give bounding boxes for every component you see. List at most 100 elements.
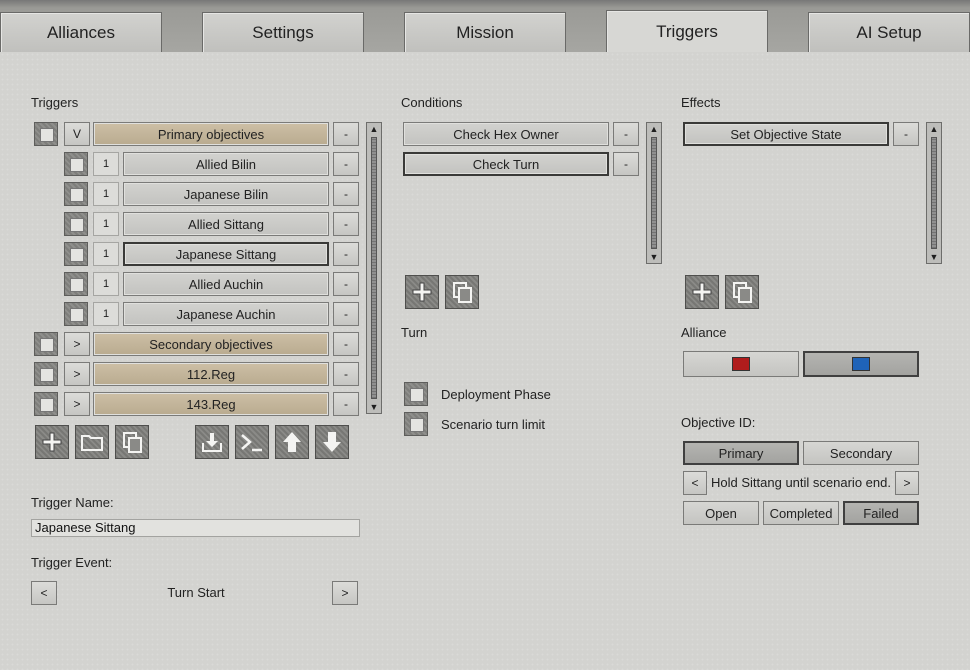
objective-failed-button[interactable]: Failed bbox=[843, 501, 919, 525]
deployment-phase-checkbox[interactable] bbox=[404, 382, 428, 406]
remove-trigger-button[interactable]: - bbox=[333, 392, 359, 416]
conditions-scrollbar[interactable]: ▲ ▼ bbox=[646, 122, 662, 264]
remove-condition-button[interactable]: - bbox=[613, 152, 639, 176]
trigger-checkbox[interactable] bbox=[34, 332, 58, 356]
trigger-row[interactable]: Allied Bilin bbox=[123, 152, 329, 176]
scroll-up-arrow-icon[interactable]: ▲ bbox=[367, 123, 381, 135]
remove-trigger-button[interactable]: - bbox=[333, 242, 359, 266]
remove-trigger-button[interactable]: - bbox=[333, 362, 359, 386]
remove-trigger-button[interactable]: - bbox=[333, 182, 359, 206]
prev-objective-button[interactable]: < bbox=[683, 471, 707, 495]
trigger-count: 1 bbox=[93, 242, 119, 266]
alliance-blue-button[interactable] bbox=[803, 351, 919, 377]
move-up-icon bbox=[283, 432, 301, 452]
expand-toggle-button[interactable]: V bbox=[64, 122, 90, 146]
trigger-checkbox[interactable] bbox=[64, 152, 88, 176]
objective-completed-button[interactable]: Completed bbox=[763, 501, 839, 525]
trigger-row[interactable]: Allied Auchin bbox=[123, 272, 329, 296]
remove-condition-button[interactable]: - bbox=[613, 122, 639, 146]
tab-ai-setup[interactable]: AI Setup bbox=[808, 12, 970, 52]
trigger-checkbox[interactable] bbox=[34, 362, 58, 386]
next-event-button[interactable]: > bbox=[332, 581, 358, 605]
alliance-heading: Alliance bbox=[681, 325, 727, 340]
add-folder-button[interactable] bbox=[75, 425, 109, 459]
scenario-turn-limit-checkbox[interactable] bbox=[404, 412, 428, 436]
move-down-button[interactable] bbox=[315, 425, 349, 459]
trigger-row[interactable]: Allied Sittang bbox=[123, 212, 329, 236]
move-up-button[interactable] bbox=[275, 425, 309, 459]
expand-toggle-button[interactable]: > bbox=[64, 392, 90, 416]
trigger-event-value: Turn Start bbox=[167, 585, 225, 600]
trigger-group-row[interactable]: Secondary objectives bbox=[93, 332, 329, 356]
add-effect-button[interactable] bbox=[685, 275, 719, 309]
condition-row-selected[interactable]: Check Turn bbox=[403, 152, 609, 176]
expand-toggle-button[interactable]: > bbox=[64, 362, 90, 386]
script-button[interactable] bbox=[235, 425, 269, 459]
scroll-down-arrow-icon[interactable]: ▼ bbox=[927, 251, 941, 263]
trigger-row[interactable]: Japanese Bilin bbox=[123, 182, 329, 206]
triggers-scrollbar[interactable]: ▲ ▼ bbox=[366, 122, 382, 414]
trigger-checkbox[interactable] bbox=[64, 302, 88, 326]
trigger-checkbox[interactable] bbox=[64, 272, 88, 296]
trigger-checkbox[interactable] bbox=[64, 212, 88, 236]
objective-open-button[interactable]: Open bbox=[683, 501, 759, 525]
tab-triggers[interactable]: Triggers bbox=[606, 10, 768, 52]
remove-trigger-button[interactable]: - bbox=[333, 152, 359, 176]
scrollbar-track[interactable] bbox=[931, 137, 937, 249]
expand-toggle-button[interactable]: > bbox=[64, 332, 90, 356]
copy-trigger-button[interactable] bbox=[115, 425, 149, 459]
trigger-count: 1 bbox=[93, 212, 119, 236]
tab-label: AI Setup bbox=[856, 22, 922, 42]
add-icon bbox=[412, 282, 432, 302]
scrollbar-track[interactable] bbox=[651, 137, 657, 249]
prev-event-button[interactable]: < bbox=[31, 581, 57, 605]
scenario-turn-limit-label: Scenario turn limit bbox=[441, 417, 546, 432]
copy-icon bbox=[123, 432, 142, 453]
trigger-group-row[interactable]: Primary objectives bbox=[93, 122, 329, 146]
alliance-red-button[interactable] bbox=[683, 351, 799, 377]
trigger-name-input[interactable]: Japanese Sittang bbox=[31, 519, 360, 537]
trigger-row-selected[interactable]: Japanese Sittang bbox=[123, 242, 329, 266]
triggers-heading: Triggers bbox=[31, 95, 79, 110]
remove-trigger-button[interactable]: - bbox=[333, 272, 359, 296]
remove-effect-button[interactable]: - bbox=[893, 122, 919, 146]
tab-settings[interactable]: Settings bbox=[202, 12, 364, 52]
download-icon bbox=[202, 433, 222, 452]
trigger-group-row[interactable]: 112.Reg bbox=[93, 362, 329, 386]
terminal-icon bbox=[241, 434, 262, 452]
trigger-row[interactable]: Japanese Auchin bbox=[123, 302, 329, 326]
copy-condition-button[interactable] bbox=[445, 275, 479, 309]
add-trigger-button[interactable] bbox=[35, 425, 69, 459]
trigger-checkbox[interactable] bbox=[64, 242, 88, 266]
scroll-up-arrow-icon[interactable]: ▲ bbox=[927, 123, 941, 135]
scroll-up-arrow-icon[interactable]: ▲ bbox=[647, 123, 661, 135]
secondary-objective-button[interactable]: Secondary bbox=[803, 441, 919, 465]
tab-label: Triggers bbox=[656, 21, 718, 41]
effect-row-selected[interactable]: Set Objective State bbox=[683, 122, 889, 146]
tab-alliances[interactable]: Alliances bbox=[0, 12, 162, 52]
objective-id-heading: Objective ID: bbox=[681, 415, 756, 430]
import-trigger-button[interactable] bbox=[195, 425, 229, 459]
trigger-count: 1 bbox=[93, 182, 119, 206]
effects-scrollbar[interactable]: ▲ ▼ bbox=[926, 122, 942, 264]
remove-trigger-button[interactable]: - bbox=[333, 212, 359, 236]
scroll-down-arrow-icon[interactable]: ▼ bbox=[647, 251, 661, 263]
tab-bar: Alliances Settings Mission Triggers AI S… bbox=[0, 0, 970, 52]
primary-objective-button[interactable]: Primary bbox=[683, 441, 799, 465]
trigger-event-label: Trigger Event: bbox=[31, 555, 113, 570]
trigger-checkbox[interactable] bbox=[64, 182, 88, 206]
remove-trigger-button[interactable]: - bbox=[333, 122, 359, 146]
next-objective-button[interactable]: > bbox=[895, 471, 919, 495]
remove-trigger-button[interactable]: - bbox=[333, 332, 359, 356]
scrollbar-track[interactable] bbox=[371, 137, 377, 399]
trigger-count: 1 bbox=[93, 272, 119, 296]
trigger-checkbox[interactable] bbox=[34, 392, 58, 416]
tab-mission[interactable]: Mission bbox=[404, 12, 566, 52]
condition-row[interactable]: Check Hex Owner bbox=[403, 122, 609, 146]
copy-effect-button[interactable] bbox=[725, 275, 759, 309]
remove-trigger-button[interactable]: - bbox=[333, 302, 359, 326]
trigger-group-row[interactable]: 143.Reg bbox=[93, 392, 329, 416]
trigger-checkbox[interactable] bbox=[34, 122, 58, 146]
scroll-down-arrow-icon[interactable]: ▼ bbox=[367, 401, 381, 413]
add-condition-button[interactable] bbox=[405, 275, 439, 309]
